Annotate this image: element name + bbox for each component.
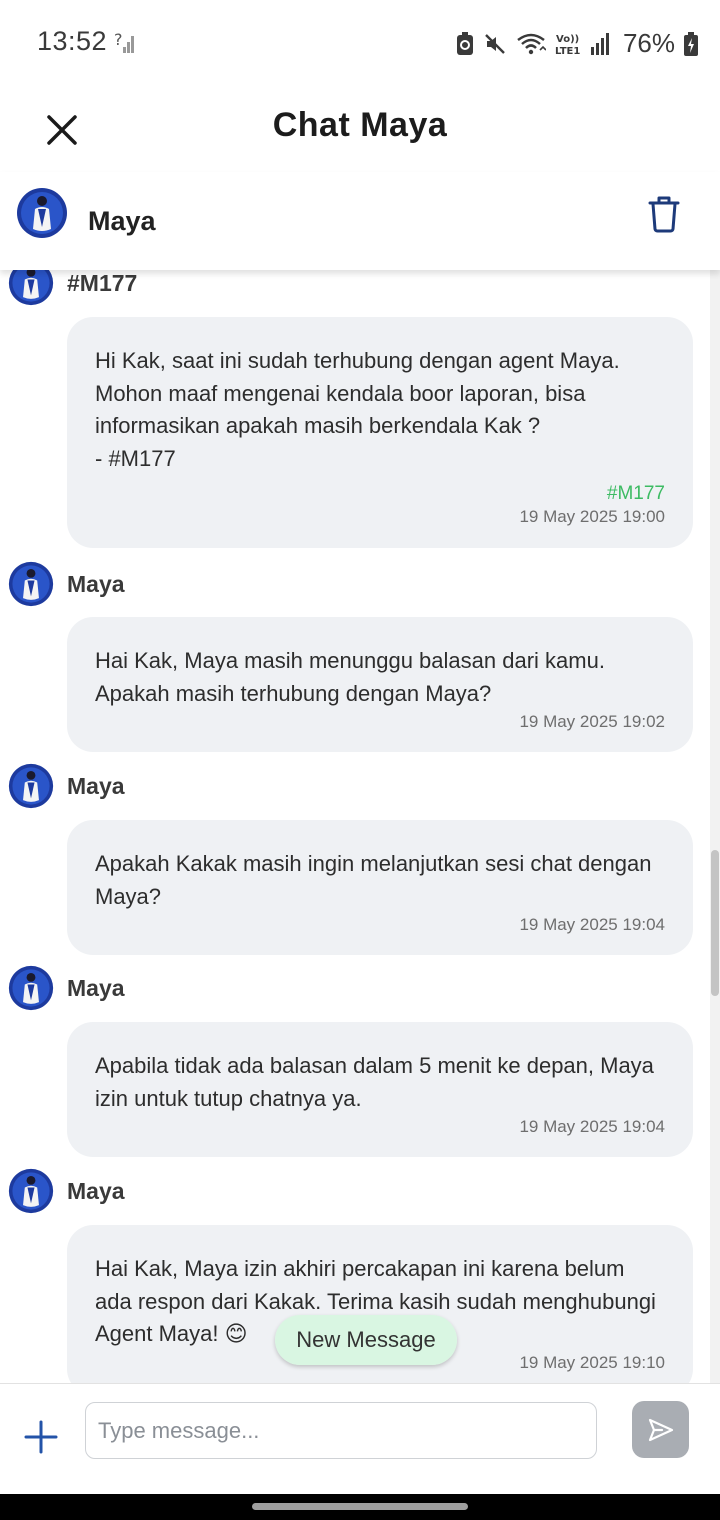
sender-name: Maya <box>67 772 125 799</box>
agent-avatar-icon <box>8 270 54 306</box>
svg-text:LTE1: LTE1 <box>555 46 580 56</box>
trash-icon <box>648 196 680 233</box>
message-sender-row: Maya <box>8 560 125 608</box>
chat-scrollbar-thumb[interactable] <box>711 850 719 996</box>
delete-chat-button[interactable] <box>647 194 681 234</box>
message-time: 19 May 2025 19:00 <box>519 507 665 526</box>
status-bar: 13:52 ? Vo)) LTE1 76% <box>0 0 720 86</box>
data-saver-icon <box>456 31 474 56</box>
sender-name: Maya <box>67 570 125 597</box>
message-bubble: Hi Kak, saat ini sudah terhubung dengan … <box>67 317 693 548</box>
message-tag: #M177 <box>606 483 665 504</box>
send-icon <box>648 1418 673 1441</box>
sender-name: #M177 <box>67 270 138 296</box>
agent-avatar-icon <box>8 965 54 1011</box>
chat-area[interactable]: #M177 Hi Kak, saat ini sudah terhubung d… <box>0 270 720 1383</box>
battery-charging-icon <box>684 31 698 56</box>
agent-bar: Maya <box>0 172 720 270</box>
battery-percent: 76% <box>622 28 675 58</box>
message-time: 19 May 2025 19:04 <box>519 915 665 934</box>
plus-icon <box>24 1420 58 1454</box>
page-title: Chat Maya <box>272 106 448 144</box>
message-bubble: Apabila tidak ada balasan dalam 5 menit … <box>67 1022 693 1157</box>
svg-text:?: ? <box>114 30 123 49</box>
agent-avatar-icon <box>8 763 54 809</box>
message-text: Hi Kak, saat ini sudah terhubung dengan … <box>95 348 620 471</box>
status-time: 13:52 <box>37 26 108 56</box>
composer-bar <box>0 1383 720 1494</box>
message-time: 19 May 2025 19:02 <box>519 712 665 731</box>
message-sender-row: Maya <box>8 1167 125 1215</box>
signal-unknown-icon: ? <box>114 30 136 59</box>
message-sender-row: Maya <box>8 964 125 1012</box>
message-input[interactable] <box>85 1402 597 1459</box>
chat-scrollbar[interactable] <box>710 270 720 1383</box>
message-text: Hai Kak, Maya masih menunggu balasan dar… <box>95 648 605 706</box>
svg-text:Vo)): Vo)) <box>556 34 579 45</box>
system-nav-bar <box>0 1494 720 1520</box>
message-bubble: Apakah Kakak masih ingin melanjutkan ses… <box>67 820 693 955</box>
message-sender-row: #M177 <box>8 270 137 307</box>
attach-button[interactable] <box>23 1419 59 1455</box>
message-sender-row: Maya <box>8 762 125 810</box>
message-time: 19 May 2025 19:04 <box>519 1117 665 1136</box>
message-text: Apakah Kakak masih ingin melanjutkan ses… <box>95 851 652 909</box>
agent-avatar-icon <box>8 561 54 607</box>
home-gesture-handle[interactable] <box>252 1503 468 1510</box>
sender-name: Maya <box>67 974 125 1001</box>
agent-avatar-icon <box>17 188 67 238</box>
agent-name: Maya <box>88 206 156 236</box>
volte-icon: Vo)) LTE1 <box>555 32 581 56</box>
sender-name: Maya <box>67 1177 125 1204</box>
status-icons: Vo)) LTE1 76% <box>456 28 698 59</box>
mute-icon <box>483 32 507 56</box>
send-button[interactable] <box>632 1401 689 1458</box>
header: Chat Maya <box>0 86 720 172</box>
new-message-button[interactable]: New Message <box>275 1315 457 1365</box>
agent-avatar-icon <box>8 1168 54 1214</box>
signal-icon <box>590 32 610 56</box>
message-text: Apabila tidak ada balasan dalam 5 menit … <box>95 1053 654 1111</box>
message-bubble: Hai Kak, Maya masih menunggu balasan dar… <box>67 617 693 752</box>
wifi-icon <box>516 32 546 56</box>
